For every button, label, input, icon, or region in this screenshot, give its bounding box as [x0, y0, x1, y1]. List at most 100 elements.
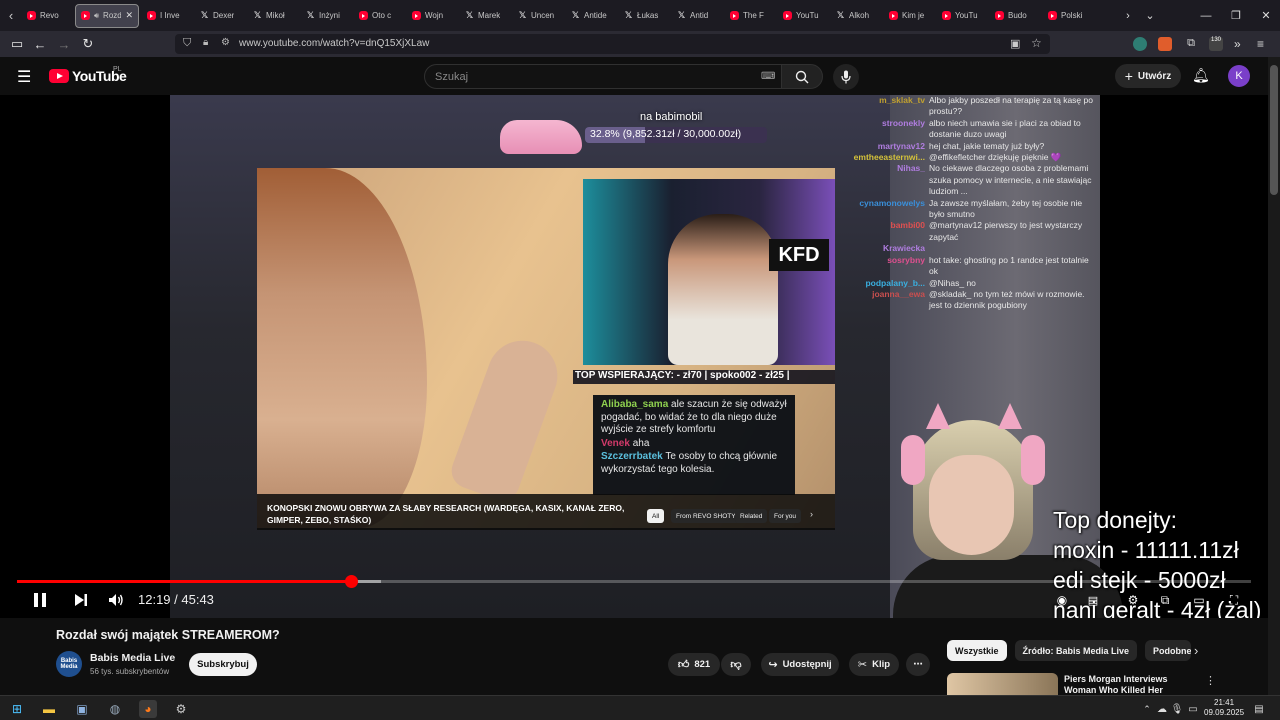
next-button[interactable]	[71, 589, 91, 611]
browser-tab[interactable]: Kim je	[884, 4, 934, 28]
dislike-button[interactable]: 👎︎	[721, 653, 751, 676]
notifications-icon[interactable]: ▤	[1250, 700, 1268, 718]
close-window-icon[interactable]: ✕	[1250, 0, 1280, 31]
bookmark-star-icon[interactable]: ☆	[1031, 36, 1042, 50]
notifications-bell-icon[interactable]: 🔔︎	[1192, 67, 1210, 84]
browser-tab[interactable]: 𝕏 Antid	[672, 4, 722, 28]
browser-tab[interactable]: 𝕏 Inżyni	[301, 4, 351, 28]
browser-tab[interactable]: Budo	[990, 4, 1040, 28]
taskbar-clock[interactable]: 21:41 09.09.2025	[1204, 698, 1244, 718]
extension-badge-icon[interactable]: 130	[1209, 37, 1223, 51]
tab-audio-icon[interactable]: 🔊︎	[94, 11, 99, 21]
browser-tab[interactable]: The F	[725, 4, 775, 28]
share-button[interactable]: ↪ Udostępnij	[761, 653, 839, 676]
recommendation-menu-icon[interactable]: ⋮	[1205, 674, 1216, 687]
page-scrollbar[interactable]	[1268, 57, 1280, 695]
clip-button[interactable]: ✂ Klip	[849, 653, 899, 676]
stream-chat-username: stroonekly	[882, 117, 925, 128]
windows-start-icon[interactable]: ⊞	[8, 700, 26, 718]
search-input[interactable]: Szukaj ⌨	[424, 64, 782, 89]
embed-chip-from-source[interactable]: From REVO SHOTY	[671, 509, 741, 523]
voice-search-button[interactable]	[833, 64, 859, 90]
browser-tab[interactable]: 𝕏 Alkoh	[831, 4, 881, 28]
browser-tab[interactable]: 𝕏 Antide	[566, 4, 616, 28]
video-player[interactable]: na babimobil 32.8% (9,852.31zł / 30,000.…	[0, 95, 1268, 618]
channel-avatar[interactable]: Babis Media	[56, 651, 82, 677]
rec-chip-source[interactable]: Źródło: Babis Media Live	[1014, 640, 1138, 661]
back-icon[interactable]: ←	[31, 35, 49, 53]
keyboard-icon[interactable]: ⌨	[761, 71, 775, 82]
webcam-person-image	[668, 214, 778, 365]
theater-mode-icon[interactable]: ▭	[1190, 589, 1208, 611]
extension-vpn-icon[interactable]	[1133, 37, 1147, 51]
tab-list-dropdown-icon[interactable]: ⌄	[1134, 0, 1166, 31]
tab-scroll-left-icon[interactable]: ‹	[0, 0, 22, 31]
steam-icon[interactable]: ◍	[106, 700, 124, 718]
permissions-icon[interactable]: ⚙	[221, 37, 230, 48]
like-button[interactable]: 👍︎ 821	[668, 653, 720, 676]
rec-chip-all[interactable]: Wszystkie	[947, 640, 1007, 661]
miniplayer-icon[interactable]: ⧉	[1156, 589, 1174, 611]
tab-title: Antide	[584, 11, 607, 20]
subtitles-icon[interactable]: ▤	[1084, 589, 1102, 611]
recommendation-title[interactable]: Piers Morgan Interviews Woman Who Killed…	[1064, 674, 1194, 695]
browser-tab[interactable]: Wojn	[407, 4, 457, 28]
file-explorer-icon[interactable]: ▬	[40, 700, 58, 718]
microphone-icon	[841, 70, 851, 84]
embed-chips-next-icon[interactable]: ›	[810, 509, 813, 519]
rec-chips-next-icon[interactable]: ›	[1194, 643, 1198, 658]
account-avatar[interactable]: K	[1228, 65, 1250, 87]
embed-chip-for-you[interactable]: For you	[769, 509, 802, 523]
embed-chip-related[interactable]: Related	[735, 509, 768, 523]
browser-tab[interactable]: 𝕏 Marek	[460, 4, 510, 28]
page-scroll-thumb[interactable]	[1270, 65, 1278, 195]
firefox-icon[interactable]: ◕	[139, 700, 157, 718]
browser-tab[interactable]: Polski	[1043, 4, 1093, 28]
maximize-icon[interactable]: ❐	[1220, 0, 1252, 31]
recommendation-thumbnail[interactable]	[947, 673, 1058, 695]
hamburger-menu-icon[interactable]: ≡	[1257, 37, 1271, 51]
embed-chip-all[interactable]: All	[647, 509, 665, 523]
forward-icon[interactable]: →	[55, 35, 73, 53]
reload-icon[interactable]: ↻	[79, 35, 97, 53]
youtube-logo-icon[interactable]	[49, 69, 69, 83]
rec-chip-similar[interactable]: Podobne	[1145, 640, 1192, 661]
browser-tab-active[interactable]: 🔊︎ Rozd ✕	[75, 3, 139, 28]
browser-tab[interactable]: 𝕏 Mikoł	[248, 4, 298, 28]
reader-view-icon[interactable]: ▣	[1010, 37, 1020, 50]
overflow-menu-chevron-icon[interactable]: »	[1234, 37, 1248, 51]
fullscreen-icon[interactable]: ⛶	[1225, 589, 1243, 611]
browser-tab[interactable]: Oto c	[354, 4, 404, 28]
guide-menu-icon[interactable]: ☰	[17, 67, 31, 87]
pause-button[interactable]	[30, 589, 50, 611]
stream-chat-message: podpalany_b... @Nihas_ no	[833, 278, 1095, 289]
url-bar[interactable]: ⛉ 🔒︎ ⚙ www.youtube.com/watch?v=dnQ15XjXL…	[175, 34, 1050, 54]
network-icon[interactable]: ▭	[1184, 700, 1202, 718]
browser-tab[interactable]: Revo	[22, 4, 72, 28]
extensions-puzzle-icon[interactable]: ⧉	[1184, 37, 1198, 51]
search-button[interactable]	[781, 64, 823, 89]
volume-button[interactable]	[106, 589, 126, 611]
app-icon[interactable]: ⚙	[172, 700, 190, 718]
channel-name[interactable]: Babis Media Live	[90, 652, 175, 664]
minimize-icon[interactable]: —	[1190, 0, 1222, 31]
more-actions-button[interactable]: ⋯	[906, 653, 930, 676]
browser-tab[interactable]: YouTu	[937, 4, 987, 28]
tab-title: Łukas	[637, 11, 659, 20]
stream-chat-text: Ja zawsze myślałam, żeby tej osobie nie …	[929, 197, 1083, 220]
create-button[interactable]: + Utwórz	[1115, 64, 1181, 88]
browser-tab[interactable]: 𝕏 Dexer	[195, 4, 245, 28]
browser-tab[interactable]: 𝕏 Łukas	[619, 4, 669, 28]
goal-car-image	[500, 120, 582, 154]
browser-tab[interactable]: 𝕏 Uncen	[513, 4, 563, 28]
autoplay-toggle[interactable]: ◉	[1052, 589, 1072, 611]
browser-tab[interactable]: YouTu	[778, 4, 828, 28]
extension-fox-icon[interactable]	[1158, 37, 1172, 51]
progress-bar[interactable]	[17, 575, 1251, 588]
subscribe-button[interactable]: Subskrybuj	[189, 653, 257, 676]
tab-close-icon[interactable]: ✕	[125, 10, 133, 21]
browser-tab[interactable]: I Inve	[142, 4, 192, 28]
settings-gear-icon[interactable]: ⚙	[1124, 589, 1142, 611]
app-window-icon[interactable]: ▣	[73, 700, 91, 718]
sidebar-toggle-icon[interactable]: ▭	[8, 35, 26, 53]
